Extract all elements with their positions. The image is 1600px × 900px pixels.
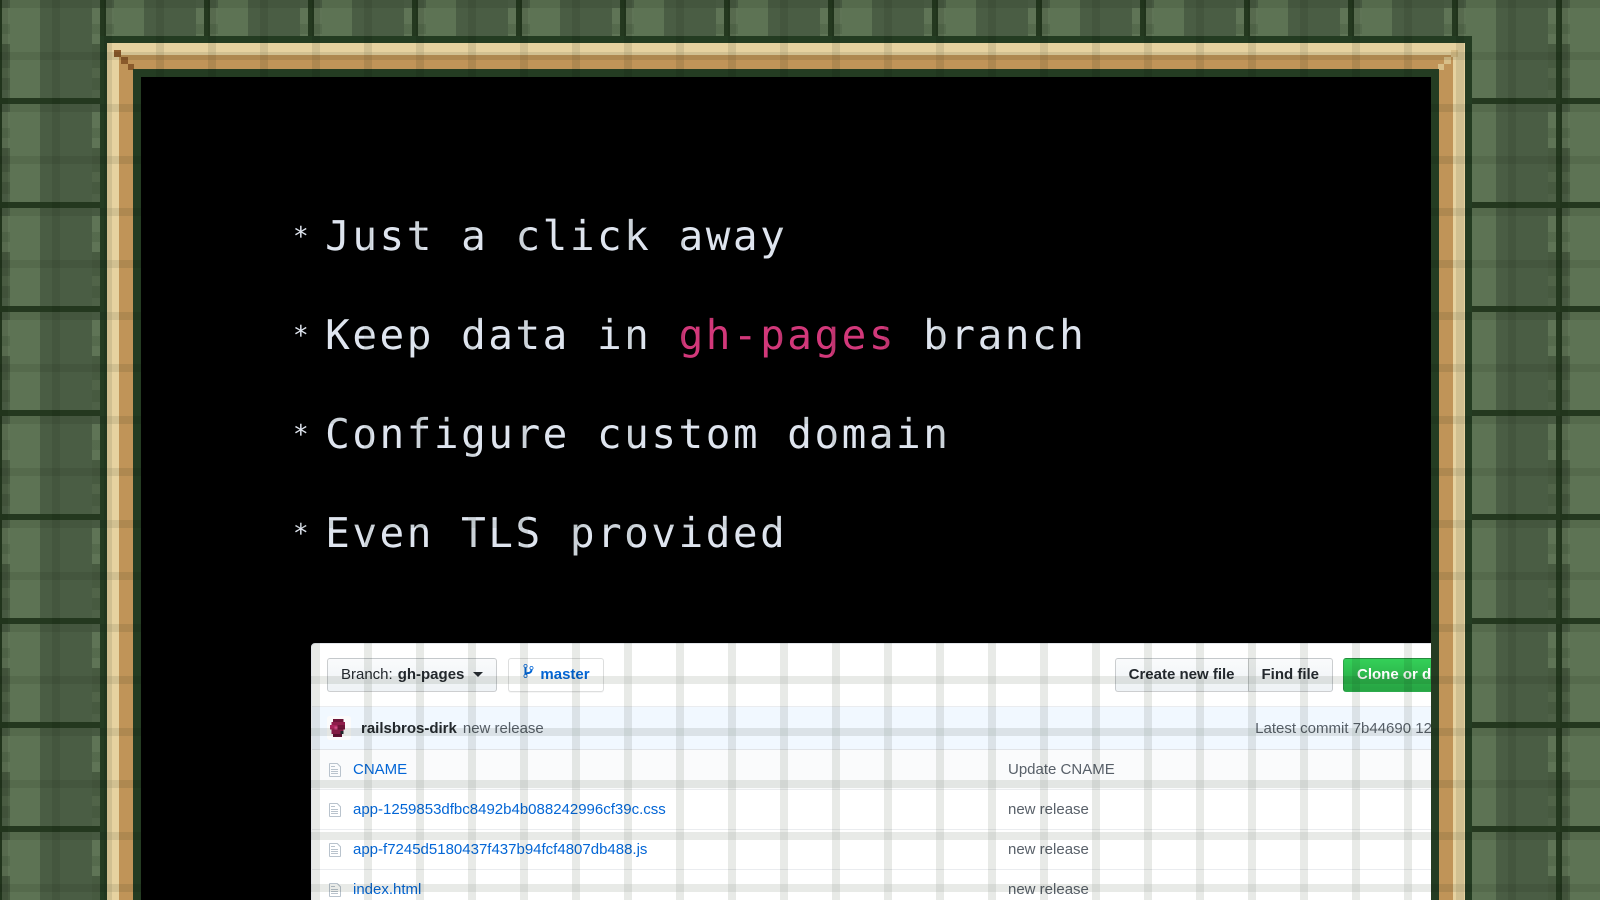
avatar[interactable] [327,716,351,740]
branch-selector-button[interactable]: Branch: gh-pages [327,658,498,692]
terminal-line: * Even TLS provided [293,484,1411,583]
find-file-label: Find file [1261,666,1320,683]
file-commit-message[interactable]: new release [1008,801,1431,818]
latest-commit-bar: railsbros-dirk new release Latest commit… [312,707,1431,750]
clone-or-download-button[interactable]: Clone or download [1343,658,1431,692]
file-row[interactable]: app-f7245d5180437f437b94fcf4807db488.js n… [312,830,1431,870]
file-name-link[interactable]: app-f7245d5180437f437b94fcf4807db488.js [353,841,1008,858]
terminal-text: Configure custom domain [325,410,951,458]
file-list: CNAMEUpdate CNAME13 days ago app-1259853… [312,750,1431,900]
bullet-icon: * [293,321,312,351]
terminal-screen: * Just a click away * Keep data in gh-pages… [141,77,1431,900]
terminal-bullet-list: * Just a click away * Keep data in gh-pages… [293,187,1411,583]
terminal-text: Just a click away [325,212,788,260]
bullet-icon: * [293,222,312,252]
file-icon [327,882,353,898]
repo-toolbar: Branch: gh-pages master Create new file … [312,644,1431,707]
branch-tag-label: master [540,666,590,683]
latest-commit-text: Latest commit 7b44690 12 days ago [1255,720,1431,737]
clone-or-download-label: Clone or download [1357,666,1431,683]
github-repo-card: Branch: gh-pages master Create new file … [311,643,1431,900]
branch-name-label: gh-pages [397,666,465,683]
file-row[interactable]: app-1259853dfbc8492b4b088242996cf39c.css… [312,790,1431,830]
bullet-icon: * [293,519,312,549]
branch-tag-button[interactable]: master [508,658,604,692]
file-commit-message[interactable]: Update CNAME [1008,761,1431,778]
terminal-highlight-text: gh-pages [678,311,897,359]
terminal-line: * Keep data in gh-pages branch [293,286,1411,385]
chevron-down-icon [473,672,484,677]
terminal-text: branch [896,311,1087,359]
file-row[interactable]: index.htmlnew release12 days ago [312,870,1431,900]
commit-age: 12 days ago [1415,719,1431,737]
terminal-line: * Configure custom domain [293,385,1411,484]
frame-corner-notch [1444,57,1451,64]
file-row[interactable]: CNAMEUpdate CNAME13 days ago [312,750,1431,790]
file-name-link[interactable]: index.html [353,881,1008,898]
commit-author[interactable]: railsbros-dirk [361,720,457,737]
frame-corner-notch [121,57,128,64]
file-icon [327,842,353,858]
commit-sha[interactable]: 7b44690 [1353,720,1411,737]
frame-corner-notch [114,50,121,57]
latest-commit-label: Latest commit [1255,719,1349,737]
git-branch-icon [522,659,535,691]
branch-prefix-label: Branch: [341,666,393,683]
terminal-text: Keep data in [325,311,679,359]
commit-message[interactable]: new release [463,720,544,737]
create-new-file-button[interactable]: Create new file [1114,658,1249,692]
picture-frame: * Just a click away * Keep data in gh-pages… [100,36,1472,900]
create-new-file-label: Create new file [1128,666,1235,683]
terminal-line: * Just a click away [293,187,1411,286]
file-commit-message[interactable]: new release [1008,881,1431,898]
file-commit-message[interactable]: new release [1008,841,1431,858]
bullet-icon: * [293,420,312,450]
terminal-text: Even TLS provided [325,509,788,557]
find-file-button[interactable]: Find file [1247,658,1333,692]
file-icon [327,802,353,818]
file-icon [327,762,353,778]
file-name-link[interactable]: CNAME [353,761,1008,778]
file-name-link[interactable]: app-1259853dfbc8492b4b088242996cf39c.css [353,801,1008,818]
slide-background: * Just a click away * Keep data in gh-pages… [0,0,1600,900]
frame-corner-notch [1451,50,1458,57]
